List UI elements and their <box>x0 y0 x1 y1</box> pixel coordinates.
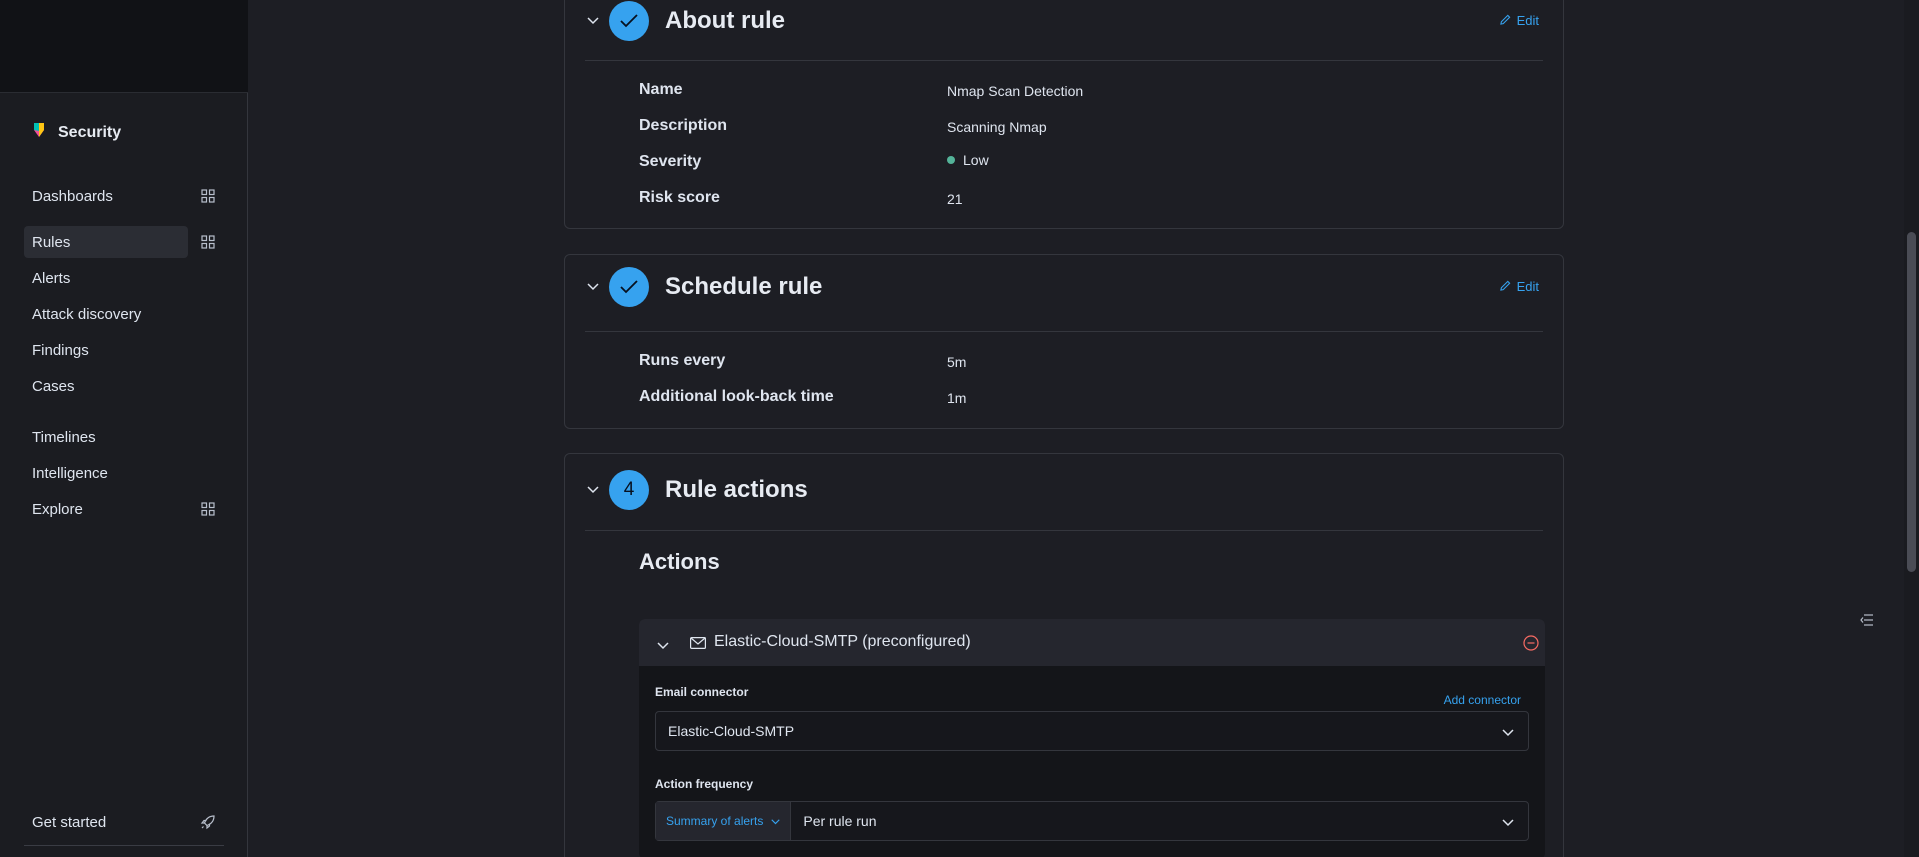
add-connector-link[interactable]: Add connector <box>1444 693 1521 707</box>
rule-actions-title: Rule actions <box>665 476 808 503</box>
sidebar-divider <box>24 845 224 846</box>
rule-actions-panel: 4 Rule actions Actions Elastic-Cloud-SMT… <box>564 453 1564 857</box>
sidebar-item-label: Timelines <box>32 428 96 446</box>
app-name: Security <box>58 123 122 141</box>
sidebar-item-label: Findings <box>32 341 89 359</box>
step-complete-badge <box>609 267 649 307</box>
field-value-lookback: 1m <box>947 390 966 406</box>
security-logo-icon <box>32 122 46 143</box>
sidebar-item-get-started[interactable]: Get started <box>24 806 188 838</box>
field-label-runs-every: Runs every <box>639 352 726 369</box>
field-label-risk-score: Risk score <box>639 189 720 206</box>
sidebar-item-intelligence[interactable]: Intelligence <box>24 457 188 489</box>
sidebar-item-attack-discovery[interactable]: Attack discovery <box>24 298 188 330</box>
sidebar-item-label: Explore <box>32 500 83 518</box>
step-number: 4 <box>623 479 635 500</box>
chevron-down-icon[interactable] <box>585 279 601 295</box>
sidebar-item-dashboards[interactable]: Dashboards <box>24 180 188 212</box>
chevron-down-icon <box>1502 724 1514 740</box>
sidebar-item-label: Cases <box>32 377 75 395</box>
sidebar-item-explore[interactable]: Explore <box>24 493 188 525</box>
sidebar-item-alerts[interactable]: Alerts <box>24 262 188 294</box>
field-label-lookback: Additional look-back time <box>639 388 834 405</box>
rule-description-value: Scanning Nmap <box>947 119 1047 135</box>
action-card-header[interactable]: Elastic-Cloud-SMTP (preconfigured) <box>639 619 1545 666</box>
sidebar-header <box>0 0 248 93</box>
step-complete-badge <box>609 1 649 41</box>
sidebar-item-label: Dashboards <box>32 187 113 205</box>
field-value-description: Scanning Nmap <box>947 119 1047 135</box>
sidebar-item-label: Intelligence <box>32 464 108 482</box>
action-frequency-label: Action frequency <box>655 777 754 791</box>
chevron-down-icon[interactable] <box>585 13 601 29</box>
rocket-icon[interactable] <box>199 813 217 831</box>
edit-about-rule-link[interactable]: Edit <box>1499 13 1539 28</box>
apps-grid-icon[interactable] <box>199 187 217 205</box>
frequency-mode-label: Summary of alerts <box>666 814 764 828</box>
divider <box>585 331 1543 332</box>
action-frequency-select[interactable]: Summary of alerts Per rule run <box>655 801 1529 841</box>
sidebar-item-label: Alerts <box>32 269 71 287</box>
sidebar-item-findings[interactable]: Findings <box>24 334 188 366</box>
field-label-severity: Severity <box>639 153 702 170</box>
sidebar-item-label: Attack discovery <box>32 305 142 323</box>
email-icon <box>690 636 707 654</box>
action-card: Elastic-Cloud-SMTP (preconfigured) Email… <box>639 619 1545 857</box>
collapse-panel-icon[interactable] <box>1858 612 1876 628</box>
runs-every-value: 5m <box>947 354 967 370</box>
field-label-name: Name <box>639 81 683 98</box>
about-rule-title: About rule <box>665 7 785 34</box>
divider <box>585 60 1543 61</box>
rule-name-value: Nmap Scan Detection <box>947 83 1084 99</box>
sidebar-item-cases[interactable]: Cases <box>24 370 188 402</box>
schedule-rule-title: Schedule rule <box>665 273 823 300</box>
pencil-icon <box>1499 279 1511 294</box>
frequency-value: Per rule run <box>803 813 877 829</box>
email-connector-select[interactable]: Elastic-Cloud-SMTP <box>655 711 1529 751</box>
edit-label: Edit <box>1516 279 1539 294</box>
risk-score-value: 21 <box>947 191 963 207</box>
about-rule-panel: About rule Edit Name Nmap Scan Detection… <box>564 0 1564 229</box>
field-label-description: Description <box>639 117 728 134</box>
edit-label: Edit <box>1516 13 1539 28</box>
severity-dot-icon <box>947 156 955 164</box>
actions-heading: Actions <box>639 549 720 574</box>
sidebar-item-rules[interactable]: Rules <box>24 226 188 258</box>
email-connector-value: Elastic-Cloud-SMTP <box>668 723 795 739</box>
sidebar-item-label: Rules <box>32 233 71 251</box>
severity-value: Low <box>963 152 989 168</box>
sidebar-item-timelines[interactable]: Timelines <box>24 421 188 453</box>
app-brand[interactable]: Security <box>32 122 121 143</box>
field-value-risk-score: 21 <box>947 191 963 207</box>
pencil-icon <box>1499 13 1511 28</box>
sidebar: Security Dashboards Rules Alerts Attack … <box>0 0 248 857</box>
field-value-runs-every: 5m <box>947 354 966 370</box>
email-connector-label: Email connector <box>655 685 749 699</box>
field-value-name: Nmap Scan Detection <box>947 83 1083 99</box>
remove-action-icon[interactable] <box>1523 635 1539 656</box>
scrollbar-thumb[interactable] <box>1907 232 1916 572</box>
chevron-down-icon <box>1502 814 1514 830</box>
chevron-down-icon[interactable] <box>585 482 601 498</box>
schedule-rule-panel: Schedule rule Edit Runs every 5m Additio… <box>564 254 1564 429</box>
step-number-badge: 4 <box>609 470 649 510</box>
divider <box>585 530 1543 531</box>
lookback-value: 1m <box>947 390 967 406</box>
apps-grid-icon[interactable] <box>199 233 217 251</box>
sidebar-item-label: Get started <box>32 813 107 831</box>
vertical-scrollbar[interactable] <box>1904 0 1919 857</box>
apps-grid-icon[interactable] <box>199 500 217 518</box>
chevron-down-icon <box>771 814 781 828</box>
edit-schedule-rule-link[interactable]: Edit <box>1499 279 1539 294</box>
chevron-down-icon[interactable] <box>657 637 669 655</box>
severity-badge: Low <box>947 152 989 168</box>
frequency-mode-dropdown[interactable]: Summary of alerts <box>656 802 792 840</box>
action-connector-title: Elastic-Cloud-SMTP (preconfigured) <box>714 633 971 650</box>
